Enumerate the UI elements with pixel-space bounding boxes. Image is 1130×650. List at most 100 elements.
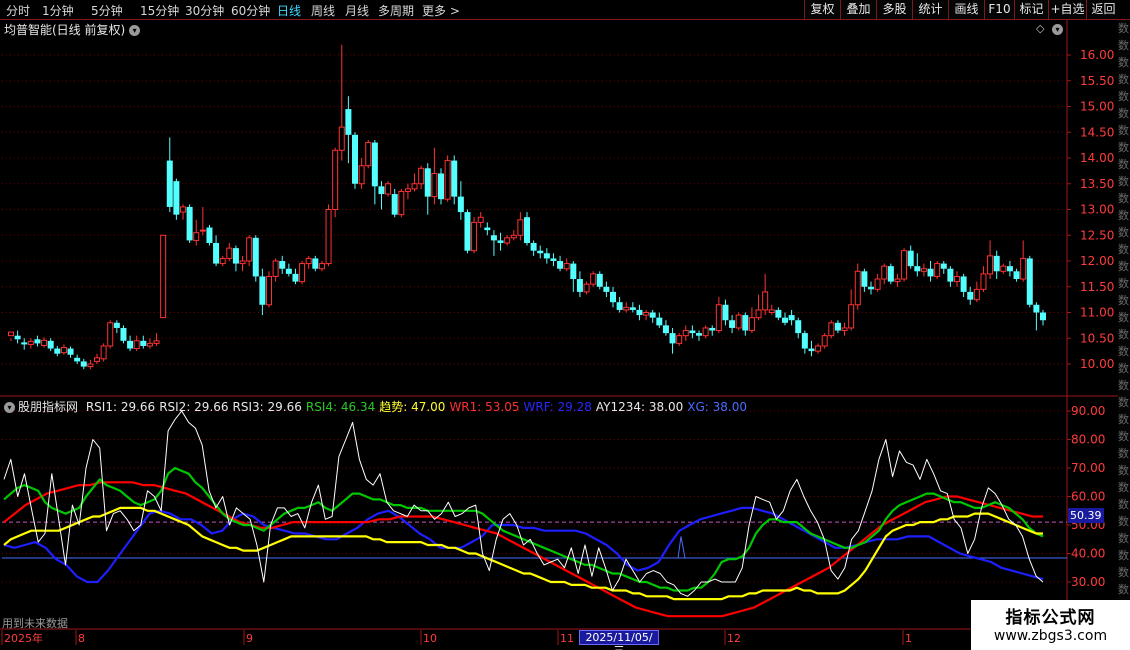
candle-down — [391, 194, 398, 215]
candle-down — [166, 160, 173, 207]
right-side-panel[interactable]: 数数数数数数数数数数数数数数数数数数数数数数数数数数数数数数数数数数数数 — [1118, 20, 1130, 650]
candle-down — [775, 309, 782, 318]
candle-down — [907, 250, 914, 267]
candle-up — [318, 263, 325, 270]
period-tab-fenshi[interactable]: 分时 — [6, 2, 30, 19]
candle-up — [153, 340, 160, 344]
date-tick-label: 11 — [560, 632, 574, 645]
candle-up — [219, 257, 226, 265]
period-tab-multi[interactable]: 多周期 — [378, 2, 414, 19]
candle-down — [54, 348, 61, 354]
candle-down — [722, 304, 729, 321]
candle-up — [894, 278, 901, 283]
candle-up — [590, 273, 597, 285]
candle-down — [67, 348, 74, 355]
candle-up — [338, 126, 345, 151]
candle-up — [828, 322, 835, 337]
candle-down — [861, 271, 868, 287]
candle-up — [398, 190, 405, 216]
price-tick-label: 14.00 — [1080, 151, 1114, 165]
price-tick-label: 10.50 — [1080, 331, 1114, 345]
cursor-date-label: 2025/11/05/三 — [579, 630, 659, 650]
candle-up — [404, 188, 411, 192]
candle-down — [795, 320, 802, 334]
indicator-field-8: XG: 38.00 — [687, 400, 747, 414]
indicator-tick-label: 40.00 — [1071, 547, 1105, 561]
candle-down — [1026, 258, 1033, 305]
adjust-button[interactable]: 复权 — [804, 0, 840, 19]
back-button[interactable]: 返回 — [1086, 0, 1120, 19]
candle-down — [34, 339, 41, 344]
candle-up — [735, 314, 742, 329]
period-tab-30min[interactable]: 30分钟 — [185, 2, 224, 19]
add-watchlist-button[interactable]: +自选 — [1048, 0, 1086, 19]
f10-button[interactable]: F10 — [984, 0, 1014, 19]
price-tick-label: 13.50 — [1080, 177, 1114, 191]
period-tab-weekly[interactable]: 周线 — [311, 2, 335, 19]
indicator-fields: RSI1: 29.66 RSI2: 29.66 RSI3: 29.66 RSI4: 4… — [86, 400, 751, 414]
date-axis: 2025年 8 9 10 11 12 1 — [1, 630, 912, 645]
kline-chart[interactable]: 16.00 15.50 15.00 14.50 14.00 13.50 13.00 12.50… — [0, 0, 1130, 650]
candle-up — [94, 357, 100, 362]
candle-up — [821, 335, 828, 347]
candle-down — [570, 263, 577, 280]
candle-up — [874, 278, 881, 290]
candle-down — [438, 173, 444, 200]
candle-down — [530, 242, 537, 251]
candle-down — [616, 302, 623, 310]
candle-up — [755, 309, 762, 319]
candle-up — [266, 275, 272, 306]
date-tick-label: 9 — [246, 632, 253, 645]
chevron-down-icon[interactable]: ▾ — [4, 402, 15, 413]
indicator-field-2: RSI3: 29.66 — [232, 400, 302, 414]
period-tab-monthly[interactable]: 月线 — [345, 2, 369, 19]
candle-down — [967, 291, 974, 300]
candle-up — [325, 209, 332, 265]
candle-down — [993, 255, 1000, 272]
indicator-name: 股朋指标网 — [18, 400, 79, 414]
period-tab-5min[interactable]: 5分钟 — [91, 2, 123, 19]
candle-down — [709, 327, 716, 331]
period-tab-1min[interactable]: 1分钟 — [42, 2, 74, 19]
draw-line-button[interactable]: 画线 — [948, 0, 984, 19]
candle-down — [662, 325, 669, 334]
candle-down — [206, 227, 213, 243]
candle-up — [504, 237, 511, 244]
price-tick-label: 14.50 — [1080, 125, 1114, 139]
overlay-button[interactable]: 叠加 — [840, 0, 876, 19]
candle-down — [371, 142, 378, 187]
candle-up — [358, 165, 365, 185]
period-tab-15min[interactable]: 15分钟 — [140, 2, 179, 19]
candle-up — [623, 306, 630, 311]
candle-up — [431, 172, 438, 198]
mark-button[interactable]: 标记 — [1014, 0, 1048, 19]
more-periods-menu[interactable]: 更多 > — [422, 2, 460, 19]
candle-down — [21, 342, 28, 345]
candle-up — [987, 255, 994, 275]
signal-marker — [677, 536, 686, 559]
candle-up — [1020, 257, 1027, 280]
indicator-tick-label: 90.00 — [1071, 404, 1105, 418]
multi-stock-button[interactable]: 多股 — [876, 0, 912, 19]
candle-down — [47, 340, 54, 349]
indicator-lines — [2, 410, 1067, 618]
candle-down — [497, 240, 504, 243]
candle-up — [517, 219, 524, 236]
candle-down — [610, 291, 616, 303]
date-tick-label: 12 — [727, 632, 741, 645]
period-tab-60min[interactable]: 60分钟 — [231, 2, 270, 19]
period-tab-daily[interactable]: 日线 — [277, 2, 301, 19]
diamond-icon[interactable]: ◇ — [1036, 22, 1044, 35]
candle-up — [272, 260, 279, 277]
candle-down — [537, 250, 544, 254]
chevron-down-icon[interactable]: ▾ — [1052, 24, 1063, 35]
chevron-down-icon[interactable]: ▾ — [129, 25, 141, 36]
indicator-field-7: AY1234: 38.00 — [595, 400, 684, 414]
statistics-button[interactable]: 统计 — [912, 0, 948, 19]
candle-down — [524, 217, 530, 243]
candle-down — [656, 317, 663, 326]
indicator-tick-label: 30.00 — [1071, 575, 1105, 589]
candle-up — [762, 291, 769, 311]
candle-up — [682, 330, 689, 337]
candle-up — [477, 216, 484, 223]
